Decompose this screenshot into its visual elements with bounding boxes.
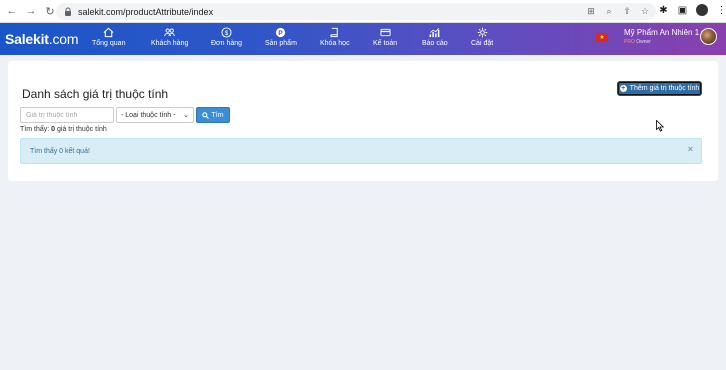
attribute-value-search-input[interactable] [20,107,114,123]
app-header: Salekit.com Tổng quan Khách hàng $ Đơn h… [0,23,726,55]
result-count-text: Tìm thấy: 0 giá trị thuộc tính [20,126,107,133]
menu-item-settings[interactable]: Cài đặt [471,27,493,47]
url-text: salekit.com/productAttribute/index [78,6,214,17]
vietnam-flag-icon[interactable]: ★ [596,33,608,42]
svg-text:$: $ [225,30,229,37]
forward-arrow-icon[interactable]: → [24,4,38,18]
svg-text:P: P [279,30,284,37]
menu-label: Đơn hàng [211,40,243,47]
home-icon [103,27,114,38]
alert-message: Tìm thấy 0 kết quả! [30,148,90,155]
users-icon [164,28,175,37]
attribute-type-select[interactable]: - Loại thuộc tính - ⌄ [116,107,194,123]
close-icon[interactable]: × [688,144,693,154]
salekit-logo[interactable]: Salekit.com [5,31,78,47]
logo-main: Salekit [5,31,49,47]
star-icon[interactable]: ☆ [640,5,650,17]
menu-label: Báo cáo [422,40,448,47]
found-suffix: giá trị thuộc tính [57,126,107,133]
search-icon [202,111,210,119]
menu-item-accounting[interactable]: Kế toán [373,27,397,47]
chart-icon [429,28,440,38]
user-role: PRO Owner [624,39,651,45]
browser-toolbar: ← → ↻ salekit.com/productAttribute/index… [0,0,726,23]
more-menu-icon[interactable]: ⋮ [716,4,726,16]
gear-icon [477,27,487,38]
menu-label: Sản phẩm [265,40,297,47]
menu-item-orders[interactable]: $ Đơn hàng [211,27,242,47]
add-button-label: Thêm giá trị thuộc tính [629,85,700,92]
book-icon [330,27,339,38]
add-attribute-value-button[interactable]: + Thêm giá trị thuộc tính [617,81,702,96]
menu-item-products[interactable]: P Sản phẩm [265,27,297,47]
user-name: Mỹ Phẩm An Nhiên 1 [624,28,700,37]
menu-label: Kế toán [373,40,398,47]
reload-icon[interactable]: ↻ [43,4,57,18]
dollar-icon: $ [221,27,232,38]
menu-item-overview[interactable]: Tổng quan [92,27,125,47]
logo-domain: .com [48,31,79,47]
menu-label: Khóa học [320,40,350,47]
avatar[interactable] [700,28,717,45]
user-role-text: Owner [636,39,651,45]
search-button[interactable]: Tìm [196,107,230,123]
menu-label: Cài đặt [471,40,494,47]
menu-label: Tổng quan [92,40,126,47]
found-count: 0 [51,126,56,133]
select-value: - Loại thuộc tính - [121,111,176,119]
menu-item-reports[interactable]: Báo cáo [422,27,448,47]
lock-icon [65,7,71,16]
search-button-label: Tìm [211,111,224,119]
back-arrow-icon[interactable]: ← [5,4,19,18]
product-icon: P [276,27,286,38]
zoom-icon[interactable]: ⌕ [604,5,614,17]
chevron-down-icon: ⌄ [183,112,189,119]
translate-icon[interactable]: ⊞ [586,5,596,17]
plus-circle-icon: + [619,85,627,92]
sidepanel-icon[interactable]: ▣ [677,4,688,16]
menu-item-customers[interactable]: Khách hàng [151,27,188,47]
menu-item-courses[interactable]: Khóa học [320,27,350,47]
extensions-icon[interactable]: ✱ [658,4,669,16]
mouse-cursor-icon [656,120,664,132]
menu-label: Khách hàng [151,40,189,47]
pro-badge: PRO [624,39,635,45]
found-prefix: Tìm thấy: [20,126,50,133]
card-icon [380,28,391,37]
address-bar[interactable]: salekit.com/productAttribute/index ⊞ ⌕ ⇪… [56,3,656,20]
info-alert: Tìm thấy 0 kết quả! × [20,138,702,164]
page-title: Danh sách giá trị thuộc tính [22,87,169,101]
user-menu[interactable]: Mỹ Phẩm An Nhiên 1 ▾ [624,28,705,37]
share-icon[interactable]: ⇪ [622,5,632,17]
profile-avatar-icon[interactable] [696,4,708,16]
